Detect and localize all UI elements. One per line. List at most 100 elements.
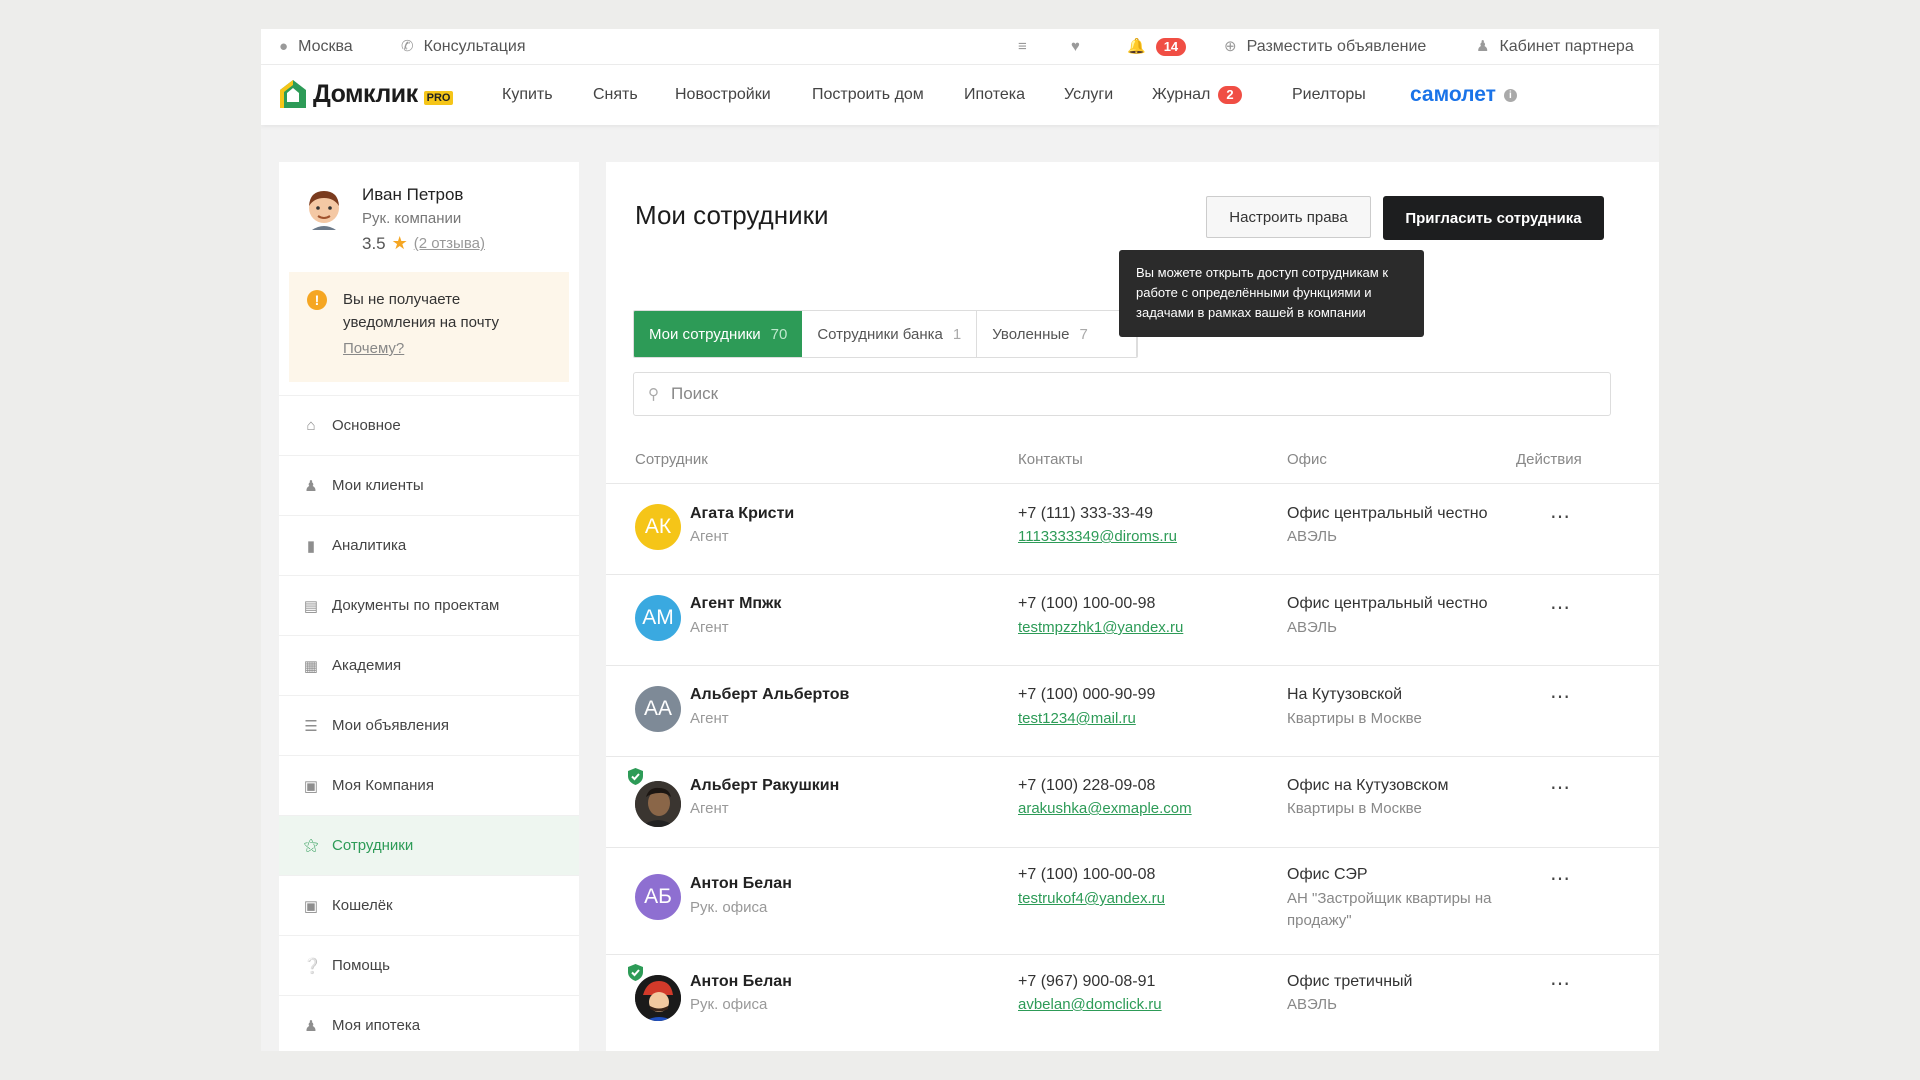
compare-button[interactable]: ≡: [1018, 29, 1027, 64]
header-office: Офис: [1287, 451, 1327, 468]
row-actions-button[interactable]: ⋯: [1550, 684, 1571, 709]
sidebar-item-label: Документы по проектам: [332, 597, 500, 614]
app-frame: ● Москва ✆ Консультация ≡ ♥ 🔔 14 ⊕ Разме…: [261, 29, 1659, 1051]
row-actions-button[interactable]: ⋯: [1550, 971, 1571, 996]
nav-mortgage[interactable]: Ипотека: [964, 65, 1025, 125]
employee-email[interactable]: test1234@mail.ru: [1018, 710, 1136, 727]
sidebar-item-my-mortgage[interactable]: ♟ Моя ипотека: [279, 995, 579, 1051]
nav-realtors[interactable]: Риелторы: [1292, 65, 1366, 125]
office-name: Офис СЭР: [1287, 866, 1368, 883]
sidebar-item-wallet[interactable]: ▣ Кошелёк: [279, 875, 579, 935]
sidebar-item-academy[interactable]: ▦ Академия: [279, 635, 579, 695]
nav-build-house[interactable]: Построить дом: [812, 65, 924, 125]
employee-phone: +7 (967) 900-08-91: [1018, 973, 1156, 990]
rating-value: 3.5: [362, 233, 386, 253]
consultation-link[interactable]: ✆ Консультация: [401, 29, 526, 64]
search-input[interactable]: [669, 383, 1573, 405]
row-actions-button[interactable]: ⋯: [1550, 866, 1571, 891]
search-field[interactable]: ⚲: [633, 372, 1611, 416]
table-row[interactable]: АА Альберт Альбертов Агент +7 (100) 000-…: [606, 665, 1659, 756]
table-row[interactable]: Антон Белан Рук. офиса +7 (967) 900-08-9…: [606, 954, 1659, 1045]
nav-samolet[interactable]: самолет i: [1410, 65, 1517, 125]
nav-services[interactable]: Услуги: [1064, 65, 1113, 125]
consultation-label: Консультация: [423, 37, 526, 55]
sidebar-item-label: Основное: [332, 417, 401, 434]
list-icon: ☰: [304, 717, 318, 735]
table-row[interactable]: Альберт Ракушкин Агент +7 (100) 228-09-0…: [606, 756, 1659, 847]
row-actions-button[interactable]: ⋯: [1550, 504, 1571, 529]
wallet-icon: ▣: [303, 897, 319, 915]
table-row[interactable]: АК Агата Кристи Агент +7 (111) 333-33-49…: [606, 483, 1659, 574]
employee-tabs: Мои сотрудники 70 Сотрудники банка 1 Уво…: [633, 310, 1139, 358]
favorites-button[interactable]: ♥: [1071, 29, 1080, 64]
post-ad-link[interactable]: ⊕ Разместить объявление: [1224, 29, 1426, 64]
sidebar-item-help[interactable]: ❔ Помощь: [279, 935, 579, 995]
employee-role: Агент: [690, 528, 729, 545]
sidebar-item-listings[interactable]: ☰ Мои объявления: [279, 695, 579, 755]
table-row[interactable]: АБ Антон Белан Рук. офиса +7 (100) 100-0…: [606, 847, 1659, 954]
sidebar-item-company[interactable]: ▣ Моя Компания: [279, 755, 579, 815]
employee-email[interactable]: avbelan@domclick.ru: [1018, 996, 1162, 1013]
configure-rights-button[interactable]: Настроить права: [1206, 196, 1371, 238]
employee-email[interactable]: testmpzzhk1@yandex.ru: [1018, 619, 1183, 636]
employee-phone: +7 (100) 000-90-99: [1018, 686, 1156, 703]
tab-count: 7: [1079, 325, 1088, 343]
header-actions: Действия: [1516, 451, 1582, 468]
employee-name: Альберт Альбертов: [690, 686, 850, 703]
partner-cabinet-link[interactable]: ♟ Кабинет партнера: [1476, 29, 1634, 64]
employee-role: Рук. офиса: [690, 899, 768, 916]
phone-icon: ✆: [401, 38, 414, 55]
employee-phone: +7 (111) 333-33-49: [1018, 505, 1154, 522]
search-icon: ⚲: [648, 386, 659, 403]
sidebar-item-employees[interactable]: ⚝ Сотрудники: [279, 815, 579, 875]
nav-journal[interactable]: Журнал 2: [1152, 65, 1242, 125]
nav-new-buildings[interactable]: Новостройки: [675, 65, 771, 125]
help-icon: ❔: [303, 957, 322, 975]
avatar: АК: [635, 504, 681, 550]
sidebar-item-label: Кошелёк: [332, 897, 393, 914]
warning-text: Вы не получаете уведомления на почту: [343, 291, 500, 331]
employee-name: Антон Белан: [690, 875, 792, 892]
avatar: [309, 191, 339, 230]
heart-icon: ♥: [1071, 38, 1080, 55]
profile-role: Рук. компании: [362, 210, 462, 227]
office-sub: Квартиры в Москве: [1287, 710, 1422, 727]
main-panel: Мои сотрудники Настроить права Пригласит…: [606, 162, 1659, 1051]
user-icon: ♟: [304, 477, 318, 495]
sidebar-item-analytics[interactable]: ▮ Аналитика: [279, 515, 579, 575]
office-name: Офис на Кутузовском: [1287, 777, 1449, 794]
sidebar-item-clients[interactable]: ♟ Мои клиенты: [279, 455, 579, 515]
row-actions-button[interactable]: ⋯: [1550, 775, 1571, 800]
tab-count: 70: [770, 325, 788, 343]
employee-email[interactable]: arakushka@exmaple.com: [1018, 800, 1192, 817]
tab-dismissed[interactable]: Уволенные 7: [977, 311, 1138, 357]
invite-employee-button[interactable]: Пригласить сотрудника: [1383, 196, 1604, 240]
employee-email[interactable]: testrukof4@yandex.ru: [1018, 890, 1165, 907]
sidebar: Иван Петров Рук. компании 3.5 ★ (2 отзыв…: [279, 162, 579, 1051]
sidebar-item-main[interactable]: ⌂ Основное: [279, 395, 579, 455]
sidebar-item-label: Мои объявления: [332, 717, 449, 734]
city-selector[interactable]: ● Москва: [279, 29, 353, 64]
tab-bank-employees[interactable]: Сотрудники банка 1: [802, 311, 978, 357]
warning-why-link[interactable]: Почему?: [343, 340, 404, 357]
nav-buy[interactable]: Купить: [502, 65, 553, 125]
info-icon[interactable]: i: [1503, 88, 1517, 102]
notifications-button[interactable]: 🔔 14: [1127, 29, 1187, 64]
top-utility-bar: ● Москва ✆ Консультация ≡ ♥ 🔔 14 ⊕ Разме…: [261, 29, 1659, 65]
tab-my-employees[interactable]: Мои сотрудники 70: [634, 311, 803, 357]
user-icon: ♟: [1476, 38, 1490, 55]
sidebar-item-documents[interactable]: ▤ Документы по проектам: [279, 575, 579, 635]
sidebar-item-label: Мои клиенты: [332, 477, 424, 494]
notification-count-badge: 14: [1155, 37, 1187, 56]
domclick-logo[interactable]: Домклик PRO: [279, 79, 454, 109]
building-icon: ▣: [303, 777, 319, 795]
user-icon: ♟: [304, 1017, 318, 1035]
employee-role: Агент: [690, 619, 729, 636]
employee-email[interactable]: 1113333349@diroms.ru: [1018, 528, 1177, 545]
nav-rent[interactable]: Снять: [593, 65, 638, 125]
reviews-link[interactable]: (2 отзыва): [414, 235, 485, 252]
row-actions-button[interactable]: ⋯: [1550, 595, 1571, 620]
profile-card: Иван Петров Рук. компании 3.5 ★ (2 отзыв…: [279, 162, 579, 272]
table-row[interactable]: АМ Агент Мпжк Агент +7 (100) 100-00-98 t…: [606, 574, 1659, 665]
office-name: На Кутузовской: [1287, 686, 1403, 703]
